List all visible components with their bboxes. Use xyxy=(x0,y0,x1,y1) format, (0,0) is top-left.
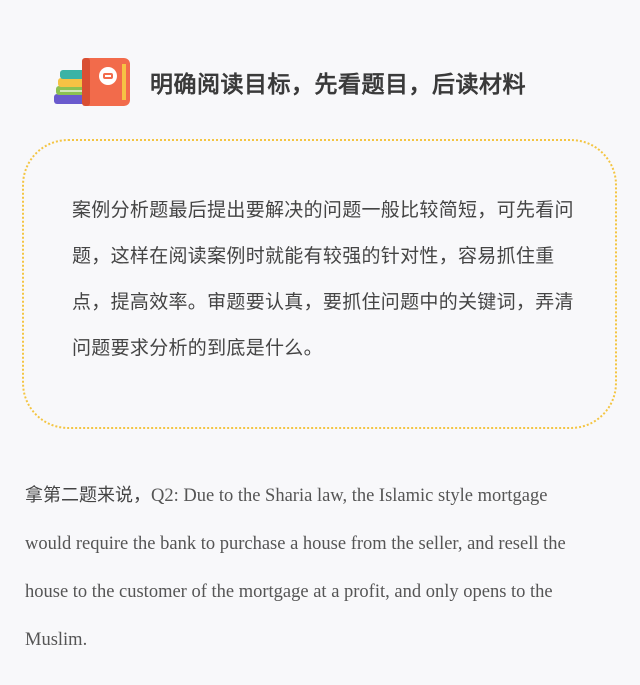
body-text: Q2: Due to the Sharia law, the Islamic s… xyxy=(25,486,566,650)
books-icon xyxy=(54,58,130,106)
body-paragraph: 拿第二题来说，Q2: Due to the Sharia law, the Is… xyxy=(25,472,590,664)
tip-box: 案例分析题最后提出要解决的问题一般比较简短，可先看问题，这样在阅读案例时就能有较… xyxy=(22,139,617,429)
section-header: 明确阅读目标，先看题目，后读材料 xyxy=(52,52,612,112)
body-lead: 拿第二题来说， xyxy=(25,485,151,506)
section-title: 明确阅读目标，先看题目，后读材料 xyxy=(150,72,526,98)
tip-text: 案例分析题最后提出要解决的问题一般比较简短，可先看问题，这样在阅读案例时就能有较… xyxy=(72,199,574,359)
